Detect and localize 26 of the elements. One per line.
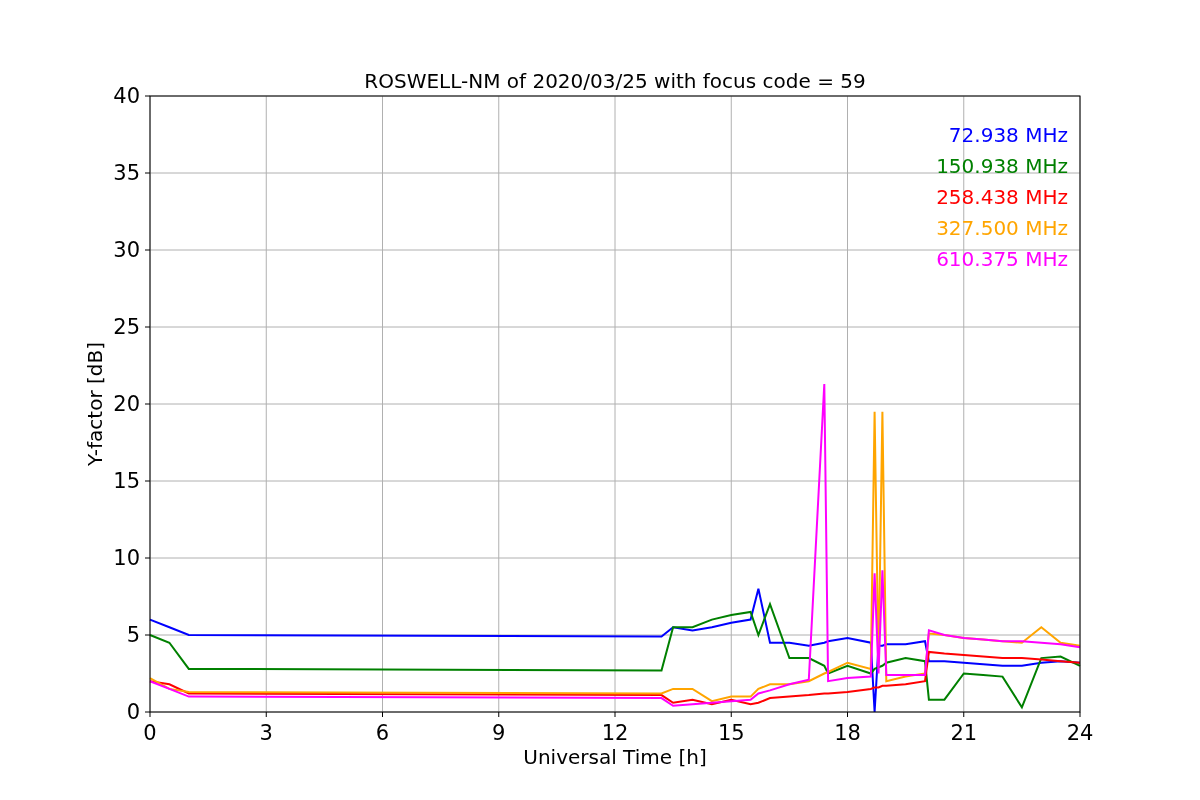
y-tick-label: 35 (113, 161, 140, 185)
legend-label: 72.938 MHz (948, 123, 1068, 147)
y-tick-label: 5 (126, 623, 140, 647)
x-tick-label: 18 (834, 721, 861, 745)
x-tick-label: 15 (717, 721, 745, 745)
x-tick-label: 9 (492, 721, 506, 745)
chart-title: ROSWELL-NM of 2020/03/25 with focus code = 59 (364, 69, 866, 93)
y-tick-label: 40 (113, 84, 140, 108)
x-tick-label: 3 (259, 721, 273, 745)
y-tick-label: 20 (113, 392, 140, 416)
y-tick-label: 0 (126, 700, 140, 724)
y-tick-label: 10 (113, 546, 140, 570)
x-axis-label: Universal Time [h] (523, 745, 707, 769)
y-tick-label: 15 (113, 469, 140, 493)
legend-label: 327.500 MHz (936, 216, 1068, 240)
x-tick-label: 0 (143, 721, 157, 745)
y-tick-label: 25 (113, 315, 140, 339)
x-tick-label: 21 (950, 721, 978, 745)
y-axis-label: Y-factor [dB] (83, 342, 107, 466)
y-tick-label: 30 (113, 238, 140, 262)
legend-label: 150.938 MHz (936, 154, 1068, 178)
x-tick-label: 24 (1066, 721, 1094, 745)
x-tick-label: 6 (375, 721, 390, 745)
x-tick-label: 12 (601, 721, 629, 745)
legend-label: 258.438 MHz (936, 185, 1068, 209)
legend-label: 610.375 MHz (936, 247, 1068, 271)
